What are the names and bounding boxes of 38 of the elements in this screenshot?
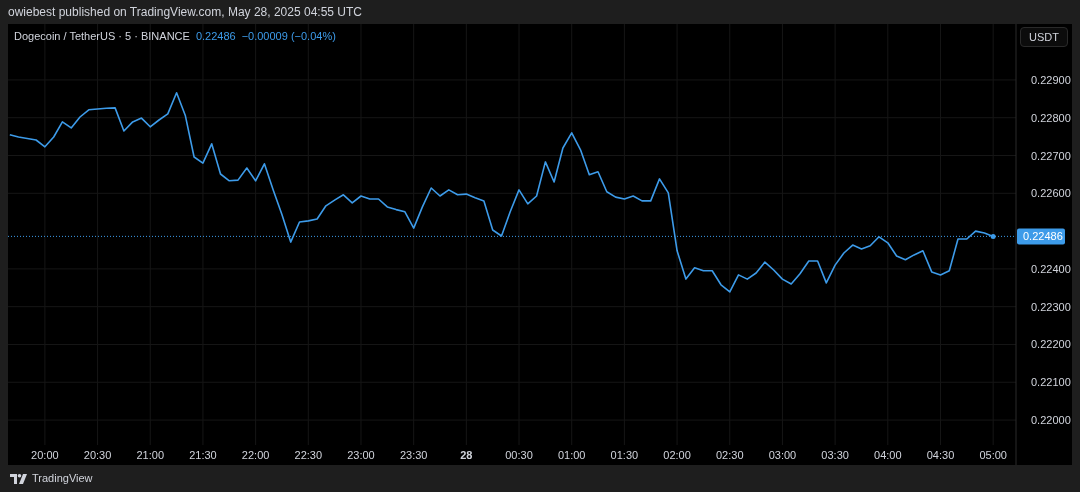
axis-label: 02:30: [716, 449, 744, 461]
axis-label: 01:30: [610, 449, 639, 461]
axis-label: 01:00: [557, 449, 586, 461]
axis-label: 23:00: [347, 449, 375, 461]
axis-label: 21:00: [136, 449, 164, 461]
symbol-title: Dogecoin / TetherUS · 5 · BINANCE: [14, 29, 190, 44]
axis-label: 0.22100: [1031, 376, 1071, 389]
axis-label: 0.22200: [1031, 338, 1071, 351]
last-point-marker: [990, 233, 996, 239]
ref-line-label: 0.22486: [1023, 230, 1063, 243]
axis-label: 0.22800: [1031, 111, 1071, 124]
axis-label: 02:00: [663, 449, 691, 461]
axis-label: 04:30: [926, 449, 955, 461]
axis-label: 00:30: [505, 449, 533, 461]
axis-label: 05:00: [979, 449, 1007, 461]
axis-label: 0.22600: [1031, 187, 1071, 200]
axis-label: 22:30: [294, 449, 323, 461]
axis-label: 21:30: [189, 449, 217, 461]
price-label: 0.22486: [1017, 228, 1065, 245]
axis-label: 03:30: [821, 449, 849, 461]
axis-label: 23:30: [399, 449, 428, 461]
axis-label: 0.22900: [1031, 73, 1071, 86]
axis-label: 20:00: [31, 449, 59, 461]
axis-label: 0.22300: [1031, 300, 1071, 313]
logo-icon: [10, 473, 27, 484]
price-change: −0.00009 (−0.04%): [241, 29, 336, 44]
axis-label: 0.22000: [1031, 414, 1071, 427]
currency-button[interactable]: USDT: [1020, 27, 1068, 47]
published-note: owiebest published on TradingView.com, May 28, 2025 04:55 UTC: [8, 4, 362, 21]
axis-label: 04:00: [874, 449, 902, 461]
axis-label: 0.22400: [1031, 262, 1071, 275]
axis-label: 22:00: [241, 449, 270, 461]
axis-label: 03:00: [768, 449, 797, 461]
price-value: 0.22486: [195, 29, 236, 44]
axis-label: 20:30: [83, 449, 112, 461]
brand-name: TradingView: [32, 471, 93, 487]
axis-label: 0.22700: [1031, 149, 1071, 162]
axis-label: 28: [460, 449, 473, 461]
